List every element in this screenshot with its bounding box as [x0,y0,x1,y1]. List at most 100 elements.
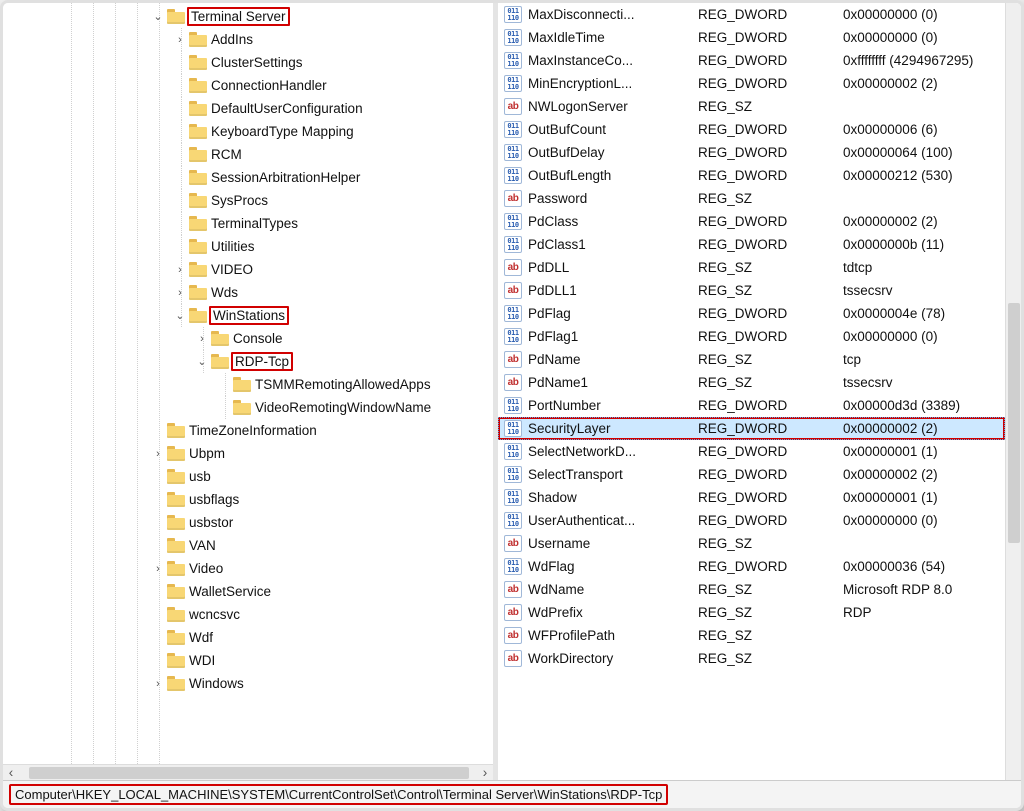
dword-value-icon [504,236,522,253]
tree-node-label: WDI [189,653,221,668]
expand-toggle-icon[interactable]: › [195,333,209,345]
tree-node[interactable]: ·Wdf [3,626,493,649]
list-scroll-area[interactable]: MaxDisconnecti...REG_DWORD0x00000000 (0)… [498,3,1005,780]
value-row[interactable]: MaxDisconnecti...REG_DWORD0x00000000 (0) [498,3,1005,26]
folder-icon [167,630,185,645]
expand-toggle-icon[interactable]: › [151,448,165,460]
expand-toggle-icon[interactable]: › [151,678,165,690]
value-row[interactable]: UsernameREG_SZ [498,532,1005,555]
tree-node[interactable]: ·TimeZoneInformation [3,419,493,442]
vscroll-thumb[interactable] [1008,303,1020,543]
tree-node[interactable]: ·WalletService [3,580,493,603]
value-row[interactable]: PasswordREG_SZ [498,187,1005,210]
tree-node[interactable]: ·WDI [3,649,493,672]
value-row[interactable]: MaxIdleTimeREG_DWORD0x00000000 (0) [498,26,1005,49]
tree-node[interactable]: ·SessionArbitrationHelper [3,166,493,189]
collapse-toggle-icon[interactable]: ⌄ [195,355,209,368]
dword-value-icon [504,466,522,483]
tree-node[interactable]: ·usb [3,465,493,488]
tree-node[interactable]: ·TSMMRemotingAllowedApps [3,373,493,396]
no-toggle: · [151,517,165,529]
value-type: REG_DWORD [698,306,843,321]
value-row[interactable]: WdFlagREG_DWORD0x00000036 (54) [498,555,1005,578]
expand-toggle-icon[interactable]: › [173,264,187,276]
expand-toggle-icon[interactable]: › [173,34,187,46]
value-row[interactable]: SecurityLayerREG_DWORD0x00000002 (2) [498,417,1005,440]
value-row[interactable]: PdFlagREG_DWORD0x0000004e (78) [498,302,1005,325]
tree-node[interactable]: ·DefaultUserConfiguration [3,97,493,120]
tree-node[interactable]: ›Windows [3,672,493,695]
folder-icon [167,515,185,530]
value-row[interactable]: OutBufDelayREG_DWORD0x00000064 (100) [498,141,1005,164]
value-row[interactable]: WdNameREG_SZMicrosoft RDP 8.0 [498,578,1005,601]
tree-node[interactable]: ·ConnectionHandler [3,74,493,97]
tree-node[interactable]: ·VAN [3,534,493,557]
tree-node[interactable]: ⌄Terminal Server [3,5,493,28]
value-row[interactable]: UserAuthenticat...REG_DWORD0x00000000 (0… [498,509,1005,532]
tree-node-label: wcncsvc [189,607,246,622]
value-row[interactable]: PdDLLREG_SZtdtcp [498,256,1005,279]
scroll-left-arrow-icon[interactable]: ‹ [3,765,19,781]
tree-node[interactable]: ›Wds [3,281,493,304]
no-toggle: · [173,80,187,92]
tree-node[interactable]: ›AddIns [3,28,493,51]
tree-node[interactable]: ·usbflags [3,488,493,511]
tree-scroll-area[interactable]: ⌄Terminal Server›AddIns·ClusterSettings·… [3,3,493,764]
value-row[interactable]: WorkDirectoryREG_SZ [498,647,1005,670]
value-row[interactable]: PdDLL1REG_SZtssecsrv [498,279,1005,302]
value-row[interactable]: MinEncryptionL...REG_DWORD0x00000002 (2) [498,72,1005,95]
tree-node[interactable]: ·Utilities [3,235,493,258]
no-toggle: · [151,632,165,644]
tree-node[interactable]: ·SysProcs [3,189,493,212]
tree-node[interactable]: ·KeyboardType Mapping [3,120,493,143]
value-data: 0x00000000 (0) [843,7,1005,22]
value-name: WdPrefix [528,605,698,620]
value-row[interactable]: PdName1REG_SZtssecsrv [498,371,1005,394]
value-type: REG_SZ [698,99,843,114]
tree-node[interactable]: ·ClusterSettings [3,51,493,74]
tree-node-label: VideoRemotingWindowName [255,400,437,415]
value-row[interactable]: OutBufLengthREG_DWORD0x00000212 (530) [498,164,1005,187]
folder-icon [167,9,185,24]
tree-node[interactable]: ⌄RDP-Tcp [3,350,493,373]
folder-icon [189,193,207,208]
value-row[interactable]: ShadowREG_DWORD0x00000001 (1) [498,486,1005,509]
collapse-toggle-icon[interactable]: ⌄ [173,309,187,322]
hscroll-track[interactable] [19,765,477,780]
value-row[interactable]: SelectTransportREG_DWORD0x00000002 (2) [498,463,1005,486]
tree-node[interactable]: ·wcncsvc [3,603,493,626]
value-name: PdFlag1 [528,329,698,344]
tree-node[interactable]: ·usbstor [3,511,493,534]
tree-node[interactable]: ›VIDEO [3,258,493,281]
value-row[interactable]: WFProfilePathREG_SZ [498,624,1005,647]
tree-node[interactable]: ·RCM [3,143,493,166]
tree-node[interactable]: ·VideoRemotingWindowName [3,396,493,419]
value-row[interactable]: PortNumberREG_DWORD0x00000d3d (3389) [498,394,1005,417]
value-row[interactable]: PdNameREG_SZtcp [498,348,1005,371]
expand-toggle-icon[interactable]: › [151,563,165,575]
value-row[interactable]: PdClass1REG_DWORD0x0000000b (11) [498,233,1005,256]
tree-node[interactable]: ⌄WinStations [3,304,493,327]
tree-node[interactable]: ›Console [3,327,493,350]
folder-icon [189,55,207,70]
list-pane: MaxDisconnecti...REG_DWORD0x00000000 (0)… [498,3,1021,780]
value-row[interactable]: PdClassREG_DWORD0x00000002 (2) [498,210,1005,233]
value-row[interactable]: OutBufCountREG_DWORD0x00000006 (6) [498,118,1005,141]
value-row[interactable]: SelectNetworkD...REG_DWORD0x00000001 (1) [498,440,1005,463]
vertical-scrollbar[interactable] [1005,3,1021,780]
tree-node[interactable]: ›Video [3,557,493,580]
value-row[interactable]: PdFlag1REG_DWORD0x00000000 (0) [498,325,1005,348]
tree-node[interactable]: ›Ubpm [3,442,493,465]
value-data: 0x0000004e (78) [843,306,1005,321]
hscroll-thumb[interactable] [29,767,469,779]
tree-node-label: SessionArbitrationHelper [211,170,366,185]
horizontal-scrollbar[interactable]: ‹ › [3,764,493,780]
expand-toggle-icon[interactable]: › [173,287,187,299]
scroll-right-arrow-icon[interactable]: › [477,765,493,781]
value-row[interactable]: WdPrefixREG_SZRDP [498,601,1005,624]
tree-node[interactable]: ·TerminalTypes [3,212,493,235]
value-row[interactable]: NWLogonServerREG_SZ [498,95,1005,118]
dword-value-icon [504,213,522,230]
collapse-toggle-icon[interactable]: ⌄ [151,10,165,23]
value-row[interactable]: MaxInstanceCo...REG_DWORD0xffffffff (429… [498,49,1005,72]
